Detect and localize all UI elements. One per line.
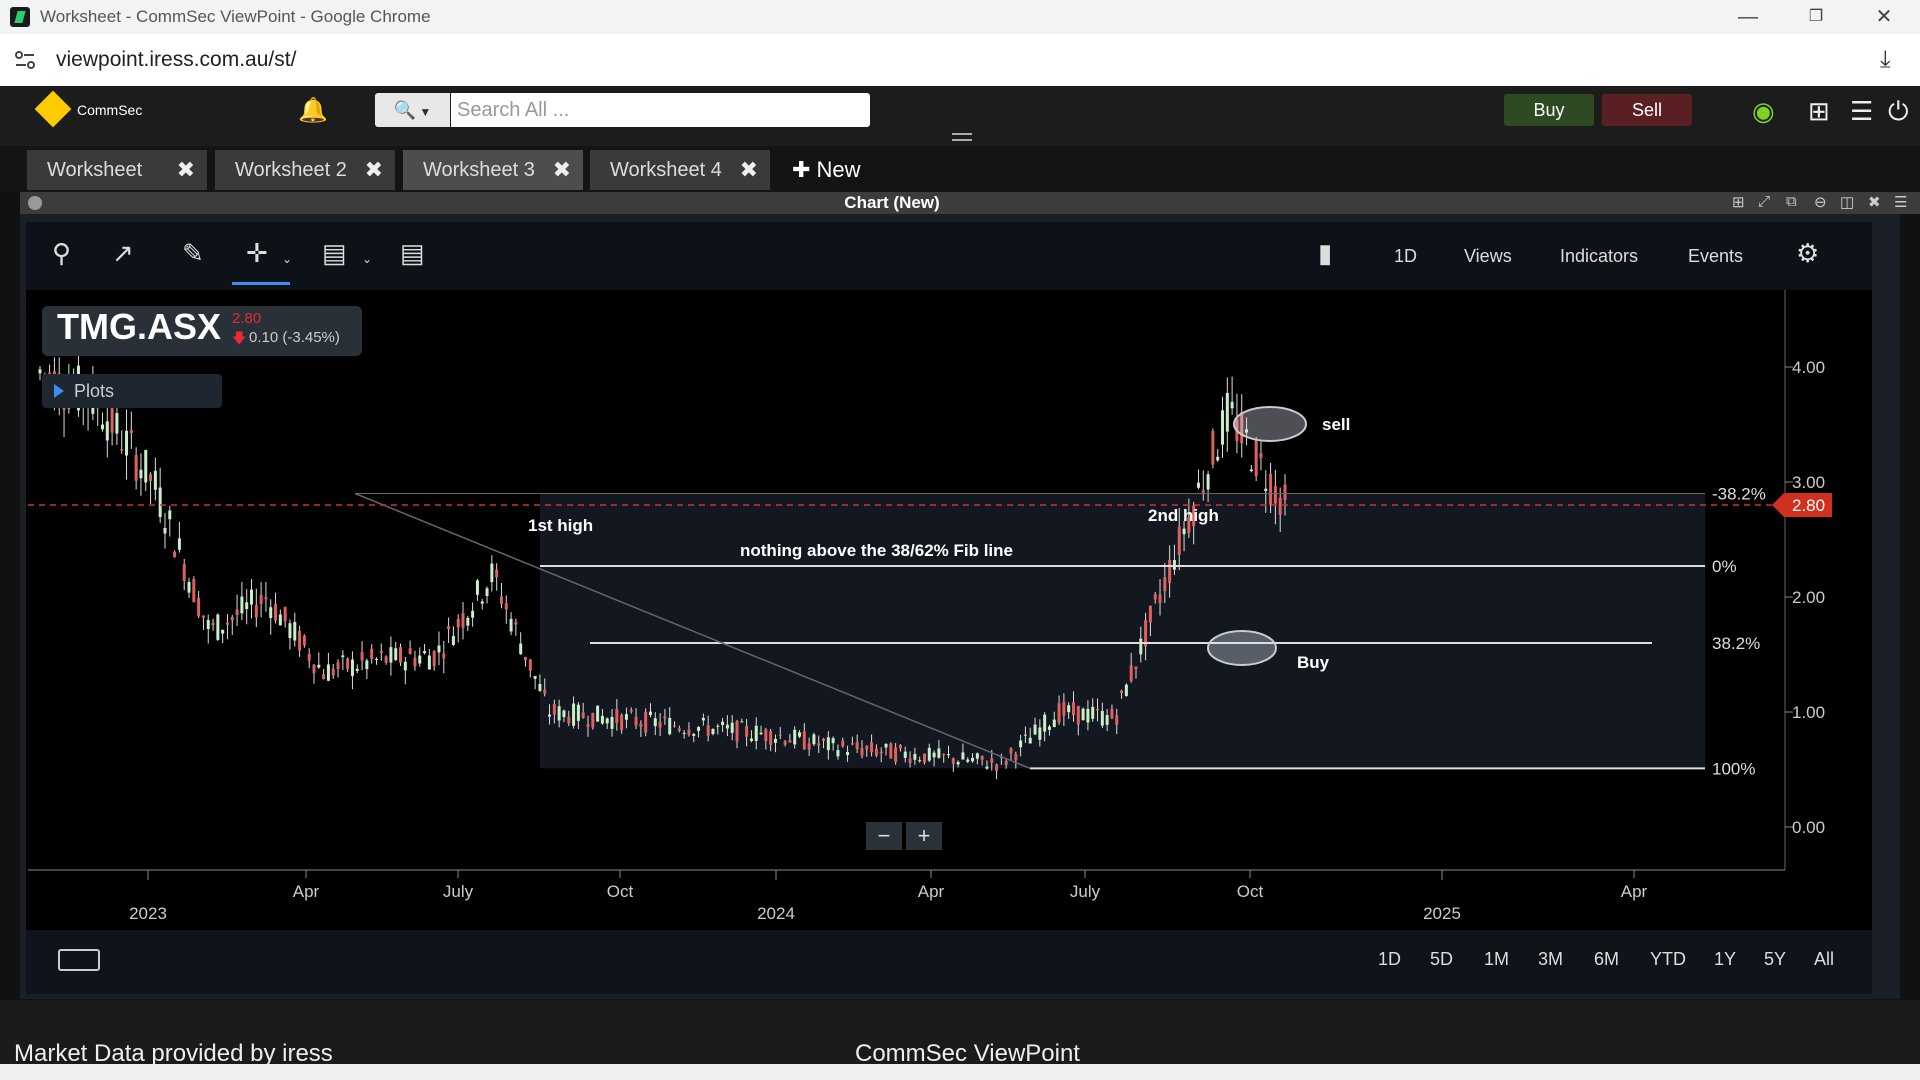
download-icon[interactable]: ⤓ (1880, 46, 1891, 74)
tab-label: Worksheet 2 (235, 159, 347, 181)
zoom-in-button[interactable]: + (906, 822, 942, 850)
chevron-down-icon: ▼ (416, 105, 432, 119)
plots-toggle[interactable]: Plots (42, 374, 222, 408)
range-5d[interactable]: 5D (1430, 949, 1453, 970)
new-tab-label: New (816, 157, 861, 182)
tab-worksheet-3[interactable]: Worksheet 3 ✖ (403, 150, 583, 190)
chevron-down-icon[interactable]: ⌄ (362, 252, 372, 266)
comment-icon[interactable]: ▤ (322, 238, 347, 269)
tab-label: Worksheet 4 (610, 159, 722, 181)
ticker-symbol: TMG.ASX (57, 306, 222, 347)
address-bar: viewpoint.iress.com.au/st/ ⤓ (0, 34, 1920, 87)
site-settings-icon[interactable] (12, 48, 38, 72)
range-1y[interactable]: 1Y (1714, 949, 1736, 970)
window-title: Worksheet - CommSec ViewPoint - Google C… (40, 7, 431, 26)
keyboard-icon[interactable] (58, 949, 100, 971)
menu-icon[interactable]: ☰ (1850, 96, 1873, 127)
table-icon[interactable]: ▤ (400, 238, 425, 269)
tab-label: Worksheet (47, 159, 143, 181)
search-type-button[interactable]: 🔍 ▼ (375, 93, 450, 127)
interval-dropdown[interactable]: 1D (1394, 246, 1417, 267)
app-icon (10, 7, 30, 27)
range-5y[interactable]: 5Y (1764, 949, 1786, 970)
close-tab-icon[interactable]: ✖ (177, 150, 195, 190)
range-1d[interactable]: 1D (1378, 949, 1401, 970)
buy-button[interactable]: Buy (1504, 94, 1594, 126)
plots-label: Plots (74, 381, 115, 401)
sell-button[interactable]: Sell (1602, 94, 1692, 126)
range-6m[interactable]: 6M (1594, 949, 1619, 970)
zoom-search-icon[interactable]: ⚲ (52, 238, 71, 269)
search-icon: 🔍 (393, 100, 417, 120)
minimize-panel-icon[interactable]: ⊖ (1814, 193, 1827, 211)
new-tab-button[interactable]: ✚ New (792, 150, 861, 190)
pencil-icon[interactable]: ✎ (182, 238, 204, 269)
views-dropdown[interactable]: Views (1464, 246, 1512, 267)
panel-add-icon[interactable]: ⊞ (1732, 193, 1745, 211)
drag-handle[interactable] (952, 133, 972, 141)
os-taskbar (0, 1064, 1920, 1080)
close-panel-icon[interactable]: ✖ (1868, 193, 1881, 211)
browser-title-bar: Worksheet - CommSec ViewPoint - Google C… (0, 0, 1920, 34)
lightbulb-icon[interactable]: ◉ (1752, 96, 1775, 127)
chevron-down-icon[interactable]: ⌄ (282, 252, 292, 266)
zoom-out-button[interactable]: − (866, 822, 902, 850)
expand-icon[interactable]: ⤢ (1758, 193, 1770, 210)
range-3m[interactable]: 3M (1538, 949, 1563, 970)
close-tab-icon[interactable]: ✖ (365, 150, 383, 190)
minimize-icon[interactable]: — (1728, 4, 1768, 30)
range-1m[interactable]: 1M (1484, 949, 1509, 970)
active-tool-indicator (232, 282, 290, 285)
restore-icon[interactable]: ❐ (1796, 4, 1836, 30)
events-dropdown[interactable]: Events (1688, 246, 1743, 267)
settings-gear-icon[interactable]: ⚙ (1796, 238, 1819, 269)
power-icon[interactable]: ⏻ (1888, 96, 1909, 128)
chart-area[interactable] (26, 290, 1872, 930)
logo-text: CommSec (77, 102, 143, 118)
close-tab-icon[interactable]: ✖ (553, 150, 571, 190)
panel-title: Chart (New) (844, 193, 940, 212)
popout-icon[interactable]: ⧉ (1786, 193, 1797, 210)
indicators-dropdown[interactable]: Indicators (1560, 246, 1638, 267)
panel-menu-icon[interactable]: ☰ (1894, 193, 1907, 211)
range-ytd[interactable]: YTD (1650, 949, 1686, 970)
tab-worksheet[interactable]: Worksheet ✖ (27, 150, 207, 190)
url-field[interactable]: viewpoint.iress.com.au/st/ (56, 48, 296, 72)
trendline-icon[interactable]: ↗ (112, 238, 134, 269)
search-input[interactable] (451, 93, 870, 127)
close-tab-icon[interactable]: ✖ (740, 150, 758, 190)
tab-worksheet-4[interactable]: Worksheet 4 ✖ (590, 150, 770, 190)
crosshair-icon[interactable]: ✛ (246, 238, 268, 269)
plus-icon: ✚ (792, 157, 817, 182)
down-arrow-icon: 🡇 (232, 330, 247, 346)
split-icon[interactable]: ◫ (1840, 193, 1854, 211)
close-icon[interactable]: ✕ (1864, 4, 1904, 30)
notification-bell-icon[interactable]: 🔔 (298, 96, 328, 125)
expand-arrow-icon (54, 384, 64, 398)
tab-worksheet-2[interactable]: Worksheet 2 ✖ (215, 150, 395, 190)
ticker-price: 2.80 (232, 310, 262, 327)
candlestick-icon[interactable]: ▮ (1318, 238, 1332, 269)
range-all[interactable]: All (1814, 949, 1834, 970)
add-icon[interactable]: ⊞ (1808, 96, 1830, 127)
ticker-change: 0.10 (-3.45%) (249, 329, 340, 346)
tab-label: Worksheet 3 (423, 159, 535, 181)
